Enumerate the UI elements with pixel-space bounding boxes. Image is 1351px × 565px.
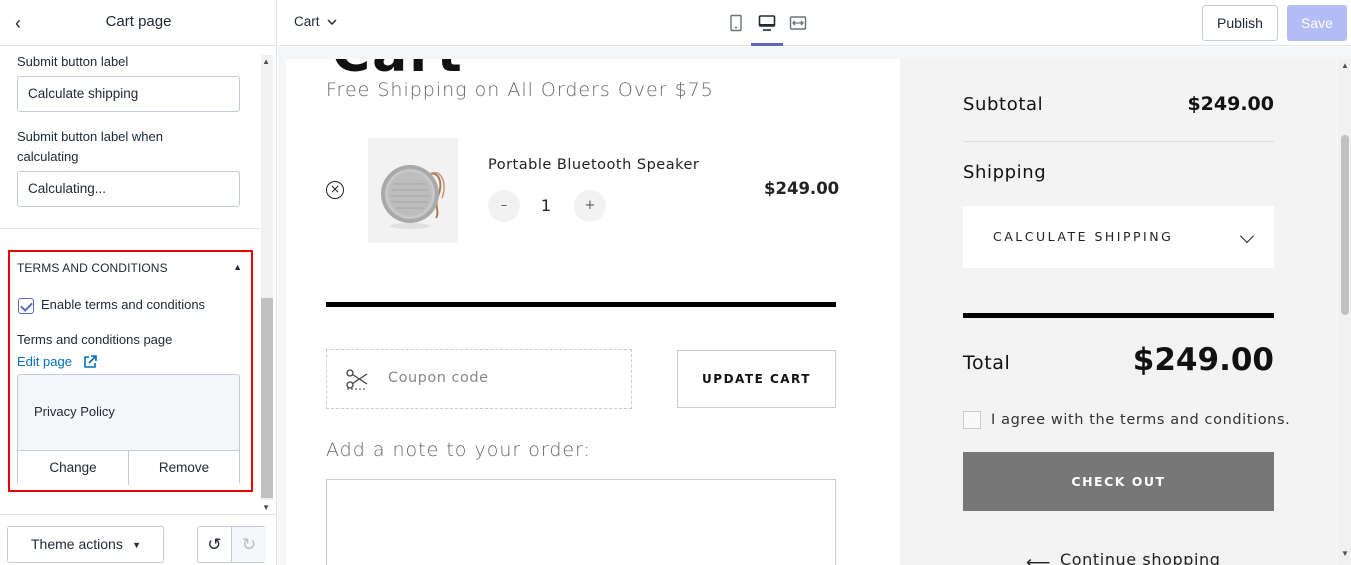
theme-actions-button[interactable]: Theme actions ▼ [7, 526, 164, 563]
sidebar-title: Cart page [105, 13, 172, 30]
product-image[interactable] [368, 138, 458, 243]
line-item-price: $249.00 [764, 179, 840, 198]
save-button[interactable]: Save [1287, 5, 1347, 41]
coupon-input[interactable]: Coupon code [326, 349, 632, 409]
redo-icon[interactable]: ↻ [232, 527, 266, 562]
sidebar-scroll-thumb[interactable] [261, 298, 273, 498]
active-device-indicator [751, 43, 783, 46]
caret-down-icon: ▼ [132, 540, 141, 550]
subtotal-label: Subtotal [963, 94, 1044, 115]
selected-page-name: Privacy Policy [34, 404, 115, 419]
edit-page-link[interactable]: Edit page [17, 354, 72, 369]
enable-terms-label[interactable]: Enable terms and conditions [41, 297, 205, 312]
sidebar-header: ‹ Cart page [0, 0, 277, 46]
scissors-icon [346, 369, 368, 390]
shipping-label: Shipping [963, 162, 1047, 183]
scroll-up-icon[interactable]: ▲ [262, 57, 270, 66]
change-button[interactable]: Change [18, 450, 129, 485]
chevron-down-icon [327, 19, 337, 26]
quantity-increase-button[interactable]: + [574, 190, 606, 222]
terms-page-label: Terms and conditions page [17, 332, 173, 347]
mobile-view-icon[interactable] [727, 14, 745, 32]
cart-divider [326, 302, 836, 307]
submit-label-input[interactable]: Calculate shipping [17, 76, 240, 112]
enable-terms-checkbox[interactable] [18, 298, 34, 314]
undo-icon[interactable]: ↺ [198, 527, 232, 562]
back-arrow-icon[interactable]: ‹ [8, 12, 28, 34]
chevron-down-icon [1239, 228, 1255, 244]
free-shipping-banner: Free Shipping on All Orders Over $75 [326, 79, 714, 101]
calculate-shipping-label: CALCULATE SHIPPING [993, 229, 1174, 244]
order-summary: Subtotal $249.00 Shipping CALCULATE SHIP… [900, 59, 1336, 565]
update-cart-button[interactable]: UPDATE CART [677, 350, 836, 408]
undo-redo-group: ↺ ↻ [197, 526, 266, 563]
fullscreen-view-icon[interactable] [789, 14, 807, 32]
settings-panel: Submit button label Calculate shipping S… [0, 47, 261, 229]
continue-shopping-link[interactable]: Continue shopping [1060, 550, 1221, 565]
sidebar: ‹ Cart page Submit button label Calculat… [0, 0, 277, 565]
product-name[interactable]: Portable Bluetooth Speaker [488, 157, 699, 173]
desktop-view-icon[interactable] [758, 14, 776, 32]
publish-button[interactable]: Publish [1202, 5, 1278, 41]
collapse-caret-icon[interactable]: ▲ [233, 262, 242, 272]
remove-item-icon[interactable]: × [326, 181, 344, 199]
checkout-button[interactable]: CHECK OUT [963, 452, 1274, 511]
agree-terms-checkbox[interactable] [963, 411, 981, 429]
agree-terms-label[interactable]: I agree with the terms and conditions. [991, 412, 1290, 428]
sidebar-footer: Theme actions ▼ ↺ ↻ [0, 514, 277, 565]
top-bar: Cart Publish Save [278, 0, 1351, 46]
external-link-icon[interactable] [83, 355, 97, 369]
selected-page-card: Privacy Policy Change Remove [17, 374, 240, 485]
page-selector[interactable]: Cart [294, 14, 337, 29]
store-preview-frame: Cart Free Shipping on All Orders Over $7… [286, 59, 1336, 565]
total-value: $249.00 [1132, 342, 1274, 378]
field-label-calculating: Submit button label when calculating [17, 129, 163, 164]
coupon-placeholder: Coupon code [388, 370, 489, 386]
scroll-up-icon[interactable]: ▲ [1341, 61, 1349, 70]
remove-button[interactable]: Remove [129, 450, 239, 485]
field-label-submit: Submit button label [17, 54, 129, 69]
calculating-label-input[interactable]: Calculating... [17, 171, 240, 207]
order-note-textarea[interactable] [326, 479, 836, 565]
theme-actions-label: Theme actions [31, 536, 123, 552]
calculate-shipping-dropdown[interactable]: CALCULATE SHIPPING [963, 206, 1274, 268]
scroll-down-icon[interactable]: ▼ [1341, 549, 1349, 558]
quantity-decrease-button[interactable]: – [488, 190, 520, 222]
total-divider [963, 313, 1274, 318]
back-arrow-icon: ⟵ [1026, 553, 1051, 565]
summary-divider [963, 141, 1274, 142]
terms-section: TERMS AND CONDITIONS ▲ Enable terms and … [8, 250, 253, 492]
scroll-down-icon[interactable]: ▼ [262, 503, 270, 512]
order-note-label: Add a note to your order: [326, 439, 591, 461]
speaker-image [381, 165, 445, 229]
page-selector-label: Cart [294, 14, 320, 29]
terms-section-title[interactable]: TERMS AND CONDITIONS [17, 261, 168, 275]
total-label: Total [963, 352, 1011, 374]
quantity-value[interactable]: 1 [536, 196, 556, 215]
preview-scroll-thumb[interactable] [1341, 135, 1349, 315]
subtotal-value: $249.00 [1187, 93, 1274, 115]
preview-area: Cart Free Shipping on All Orders Over $7… [278, 47, 1351, 565]
